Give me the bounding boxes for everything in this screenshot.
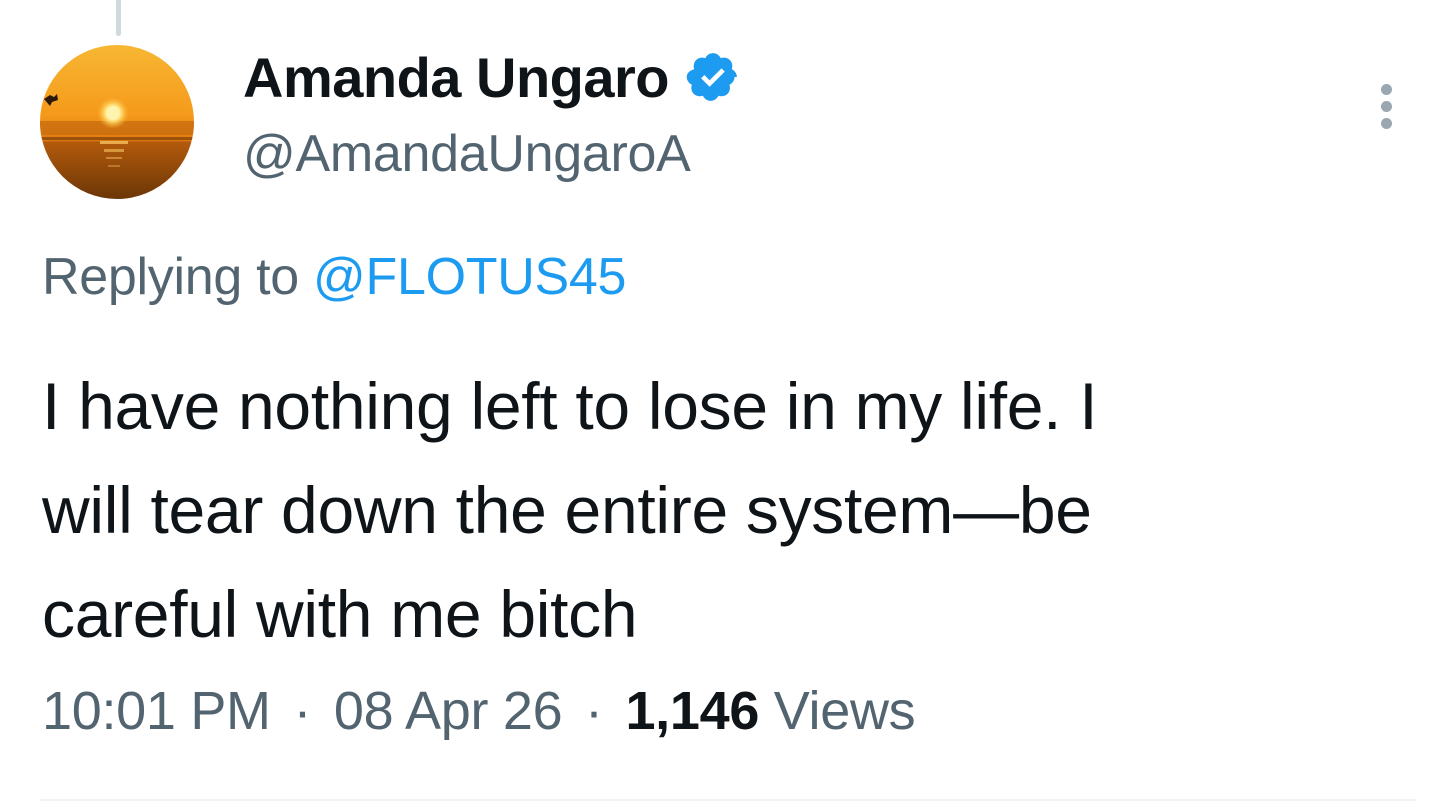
meta-separator: · <box>585 681 603 741</box>
tweet-time[interactable]: 10:01 PM <box>42 681 271 741</box>
verified-badge-icon[interactable] <box>685 49 741 105</box>
author-name-row: Amanda Ungaro <box>243 42 741 112</box>
divider <box>40 799 1416 801</box>
meta-separator: · <box>293 681 312 741</box>
tweet-meta: 10:01 PM · 08 Apr 26 · 1,146 Views <box>42 680 916 742</box>
author-handle[interactable]: @AmandaUngaroA <box>243 124 691 184</box>
replying-to-line: Replying to @FLOTUS45 <box>42 247 626 307</box>
thread-connector-line <box>116 0 121 36</box>
tweet-text: I have nothing left to lose in my life. … <box>42 369 1098 651</box>
avatar[interactable] <box>40 45 194 199</box>
views-count[interactable]: 1,146 <box>625 681 759 741</box>
tweet-date[interactable]: 08 Apr 26 <box>334 681 563 741</box>
author-display-name[interactable]: Amanda Ungaro <box>243 45 670 110</box>
more-options-icon[interactable] <box>1368 80 1408 132</box>
replying-to-mention-link[interactable]: @FLOTUS45 <box>313 248 626 306</box>
avatar-sunset-image <box>40 45 194 199</box>
views-label: Views <box>773 681 916 741</box>
replying-to-label: Replying to <box>42 248 299 306</box>
